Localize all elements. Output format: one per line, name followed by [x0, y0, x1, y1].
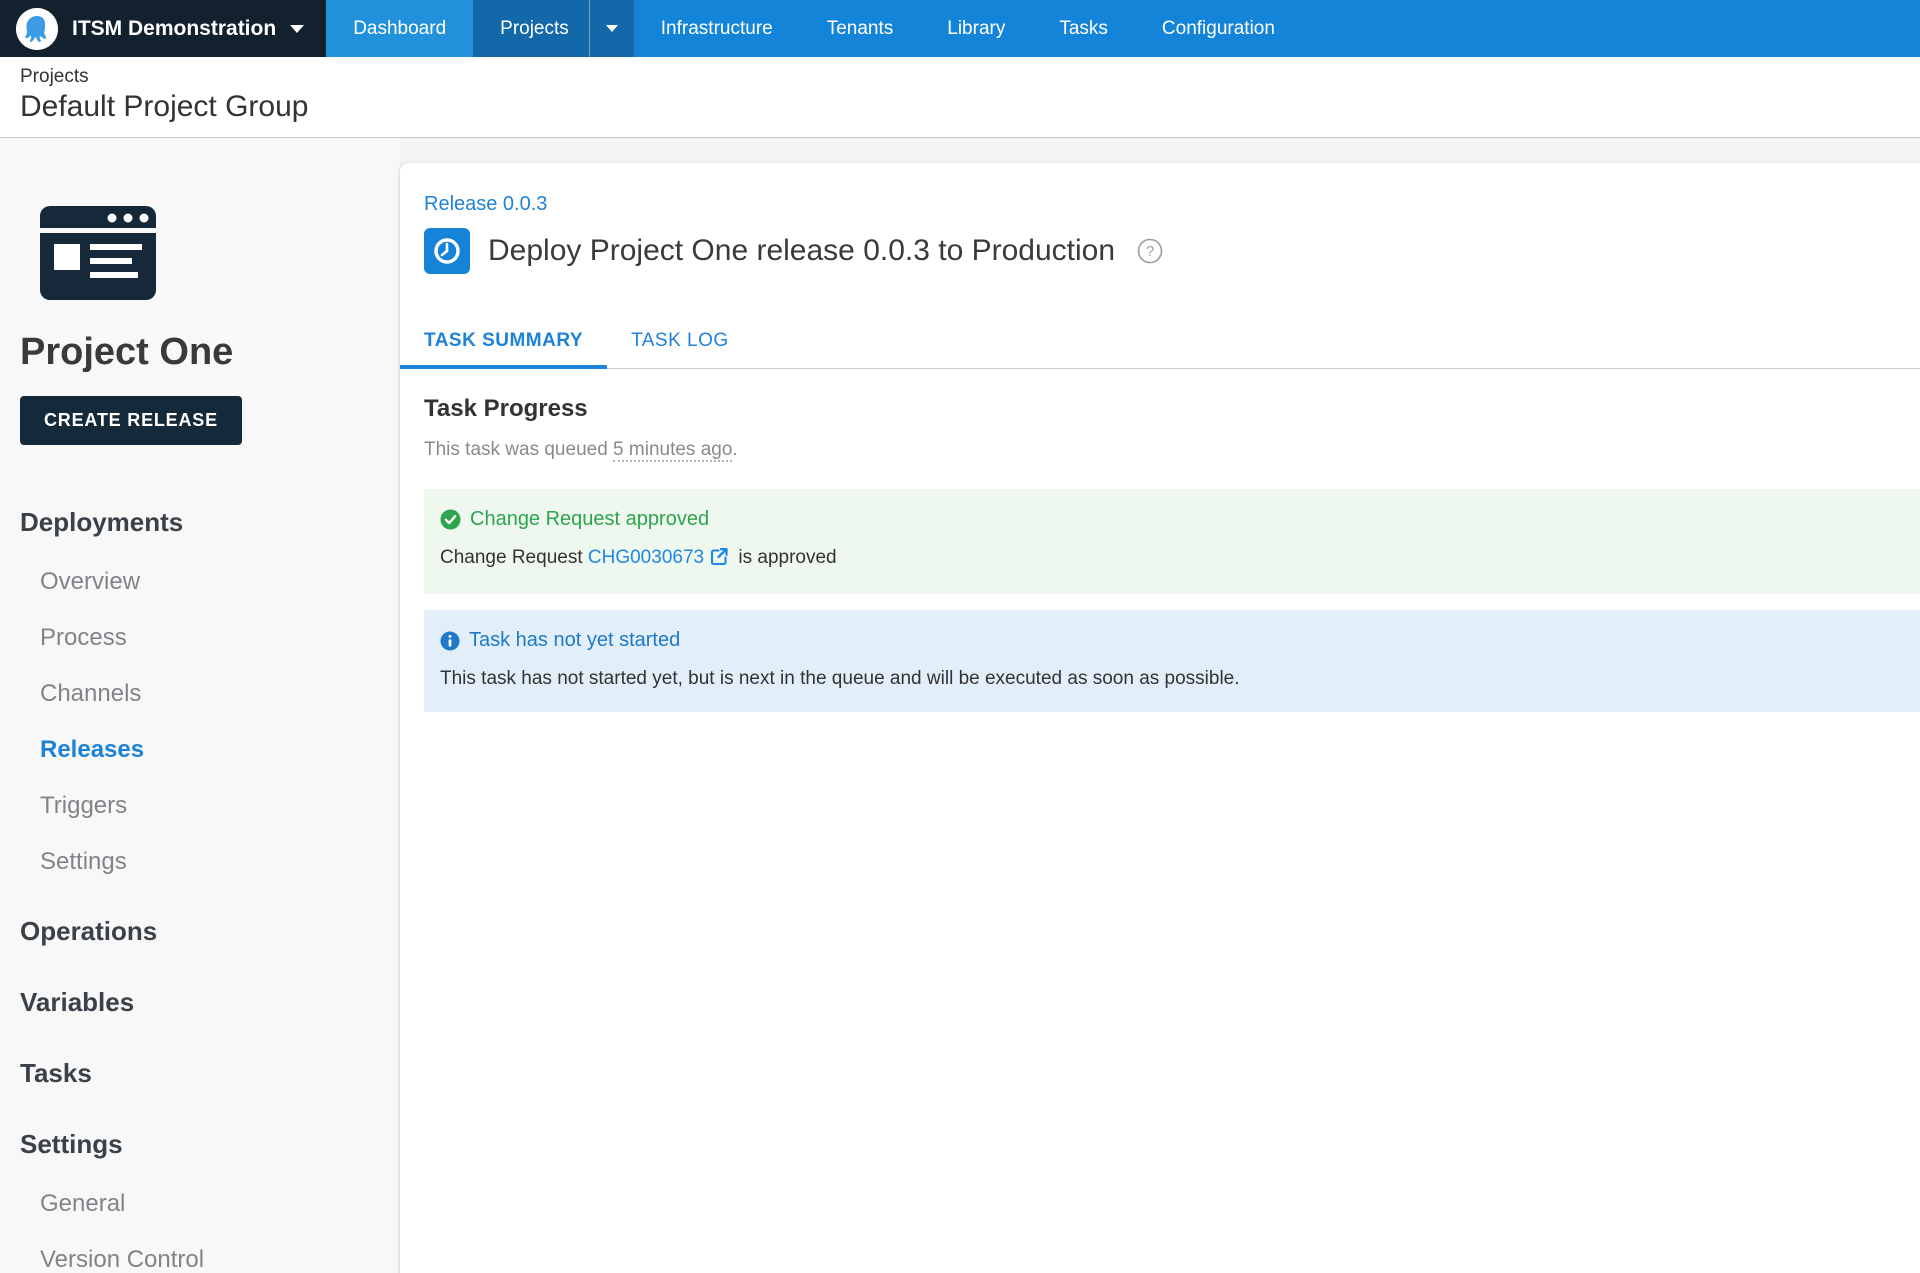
help-icon[interactable]: ?: [1137, 238, 1163, 264]
queued-status-line: This task was queued 5 minutes ago.: [424, 439, 738, 462]
nav-item-library[interactable]: Library: [920, 0, 1032, 57]
task-title: Deploy Project One release 0.0.3 to Prod…: [488, 234, 1116, 267]
info-circle-icon: [440, 631, 460, 651]
project-name: Project One: [20, 331, 234, 373]
tab-task-log[interactable]: TASK LOG: [607, 316, 753, 368]
nav-group-projects: Projects: [473, 0, 634, 57]
change-request-link[interactable]: CHG0030673: [588, 547, 704, 568]
not-started-alert-body: This task has not started yet, but is ne…: [440, 668, 1240, 689]
nav-item-dashboard[interactable]: Dashboard: [326, 0, 474, 57]
queued-time-tooltip[interactable]: 5 minutes ago: [613, 439, 733, 462]
external-link-icon[interactable]: [710, 547, 729, 572]
svg-text:?: ?: [1146, 243, 1154, 260]
projects-dropdown-button[interactable]: [588, 0, 634, 57]
change-request-approved-alert: Change Request approved Change Request C…: [424, 489, 1920, 594]
task-not-started-alert: Task has not yet started This task has n…: [424, 610, 1920, 712]
chevron-down-icon: [290, 24, 305, 33]
nav-item-infrastructure[interactable]: Infrastructure: [634, 0, 800, 57]
approved-alert-title: Change Request approved: [470, 508, 710, 530]
task-queued-clock-icon: [424, 228, 470, 274]
tab-task-summary[interactable]: TASK SUMMARY: [400, 316, 608, 369]
sidebar-item-general[interactable]: General: [40, 1190, 400, 1218]
main-nav: Dashboard Projects Infrastructure Tenant…: [326, 0, 1302, 57]
nav-item-tasks[interactable]: Tasks: [1032, 0, 1135, 57]
approved-alert-body: Change Request CHG0030673 is approved: [440, 547, 1904, 572]
sidebar-item-settings[interactable]: Settings: [20, 1129, 400, 1160]
sidebar-item-overview[interactable]: Overview: [40, 568, 400, 596]
project-sidebar: Project One CREATE RELEASE Deployments O…: [0, 138, 400, 1273]
page-group-title: Default Project Group: [20, 90, 309, 123]
breadcrumb-parent[interactable]: Projects: [20, 66, 1900, 88]
sidebar-item-channels[interactable]: Channels: [40, 680, 400, 708]
sidebar-item-variables[interactable]: Variables: [20, 987, 400, 1018]
release-breadcrumb-link[interactable]: Release 0.0.3: [424, 193, 547, 215]
sidebar-item-tasks[interactable]: Tasks: [20, 1058, 400, 1089]
sidebar-item-operations[interactable]: Operations: [20, 916, 400, 947]
space-switcher[interactable]: ITSM Demonstration: [0, 0, 327, 57]
octopus-logo-icon: [16, 7, 58, 50]
not-started-alert-title: Task has not yet started: [469, 629, 681, 651]
task-tabs: TASK SUMMARY TASK LOG: [400, 316, 1920, 369]
sidebar-item-deployment-settings[interactable]: Settings: [40, 848, 400, 876]
nav-item-tenants[interactable]: Tenants: [800, 0, 921, 57]
task-progress-heading: Task Progress: [424, 395, 588, 422]
chevron-down-icon: [605, 25, 618, 32]
sidebar-item-triggers[interactable]: Triggers: [40, 792, 400, 820]
sidebar-item-deployments[interactable]: Deployments: [20, 507, 400, 538]
task-panel: Release 0.0.3 Deploy Project One release…: [400, 163, 1920, 1273]
project-nav: Deployments Overview Process Channels Re…: [20, 507, 400, 1273]
sidebar-item-version-control[interactable]: Version Control: [40, 1246, 400, 1273]
top-navbar: ITSM Demonstration Dashboard Projects In…: [0, 0, 1920, 57]
sidebar-item-releases[interactable]: Releases: [40, 736, 400, 764]
nav-item-configuration[interactable]: Configuration: [1135, 0, 1302, 57]
create-release-button[interactable]: CREATE RELEASE: [20, 396, 242, 445]
sidebar-item-process[interactable]: Process: [40, 624, 400, 652]
check-circle-icon: [440, 509, 461, 530]
space-name: ITSM Demonstration: [72, 16, 277, 40]
project-card-icon: [40, 206, 400, 305]
nav-item-projects[interactable]: Projects: [473, 0, 589, 57]
breadcrumb: Projects Default Project Group: [0, 57, 1920, 138]
